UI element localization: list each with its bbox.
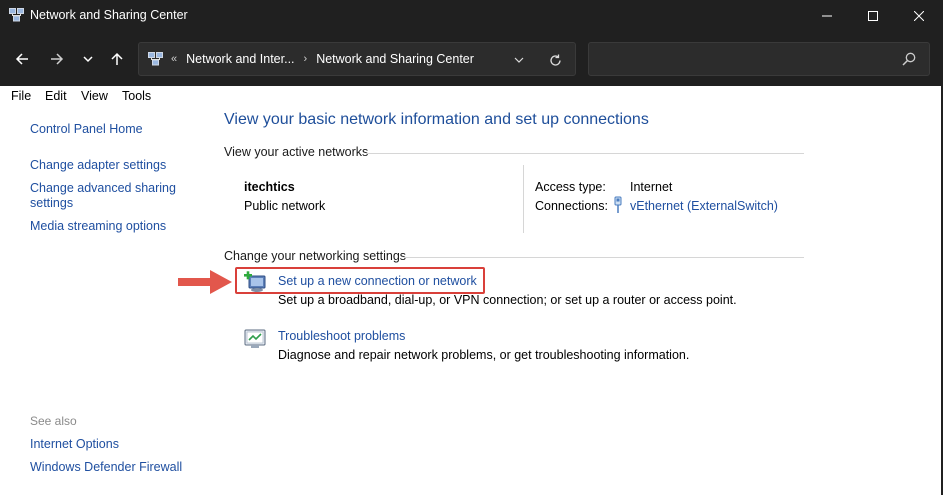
- close-button[interactable]: [896, 0, 942, 32]
- sidebar-link-firewall[interactable]: Windows Defender Firewall: [30, 460, 182, 475]
- network-center-icon: [9, 8, 24, 22]
- address-bar[interactable]: « Network and Inter... › Network and Sha…: [138, 42, 576, 76]
- page-title: View your basic network information and …: [224, 111, 649, 128]
- navigation-bar: « Network and Inter... › Network and Sha…: [0, 32, 943, 86]
- sidebar-link-internet-options[interactable]: Internet Options: [30, 437, 119, 452]
- highlight-box: [235, 267, 485, 294]
- pointer-arrow-icon: [178, 270, 232, 294]
- refresh-button[interactable]: [545, 50, 565, 70]
- section-divider: [404, 257, 804, 258]
- breadcrumb: « Network and Inter... › Network and Sha…: [171, 52, 474, 66]
- maximize-button[interactable]: [850, 0, 896, 32]
- search-box[interactable]: [588, 42, 930, 76]
- network-name: itechtics: [244, 180, 295, 194]
- search-input[interactable]: [597, 49, 897, 69]
- connections-label: Connections:: [535, 199, 608, 213]
- menu-bar: File Edit View Tools: [0, 86, 943, 107]
- search-icon: [902, 52, 916, 66]
- see-also-label: See also: [30, 414, 77, 428]
- sidebar-link-control-panel-home[interactable]: Control Panel Home: [30, 122, 143, 137]
- connection-link[interactable]: vEthernet (ExternalSwitch): [630, 199, 778, 213]
- minimize-button[interactable]: [804, 0, 850, 32]
- maximize-icon: [868, 11, 878, 21]
- change-settings-heading: Change your networking settings: [224, 249, 407, 263]
- network-center-icon: [148, 52, 163, 66]
- section-divider: [366, 153, 804, 154]
- sidebar-link-media-streaming[interactable]: Media streaming options: [30, 219, 166, 234]
- access-type-value: Internet: [630, 180, 673, 194]
- menu-tools[interactable]: Tools: [122, 89, 151, 103]
- ethernet-icon: [614, 196, 622, 213]
- breadcrumb-item-sharing-center[interactable]: Network and Sharing Center: [316, 52, 474, 66]
- active-networks-heading: View your active networks: [224, 145, 369, 159]
- troubleshoot-link[interactable]: Troubleshoot problems: [278, 329, 405, 343]
- close-icon: [914, 11, 924, 21]
- address-dropdown-button[interactable]: [509, 50, 529, 70]
- arrow-right-icon: [51, 53, 64, 65]
- content-area: Control Panel Home Change adapter settin…: [0, 107, 943, 495]
- up-button[interactable]: [105, 47, 129, 71]
- access-type-label: Access type:: [535, 180, 606, 194]
- sidebar-link-change-adapter[interactable]: Change adapter settings: [30, 158, 166, 173]
- title-bar: Network and Sharing Center: [0, 0, 943, 32]
- refresh-icon: [549, 54, 561, 66]
- vertical-divider: [523, 165, 524, 233]
- sidebar-link-advanced-sharing[interactable]: Change advanced sharing settings: [30, 181, 190, 211]
- minimize-icon: [822, 15, 832, 17]
- arrow-up-icon: [111, 52, 123, 65]
- chevron-down-icon: [514, 57, 524, 63]
- breadcrumb-item-network[interactable]: Network and Inter...: [186, 52, 294, 66]
- network-category[interactable]: Public network: [244, 199, 325, 213]
- window-title: Network and Sharing Center: [30, 8, 188, 22]
- menu-view[interactable]: View: [81, 89, 108, 103]
- recent-locations-button[interactable]: [76, 47, 100, 71]
- menu-file[interactable]: File: [11, 89, 31, 103]
- forward-button[interactable]: [45, 47, 69, 71]
- chevron-right-icon[interactable]: ›: [304, 53, 308, 65]
- setup-connection-description: Set up a broadband, dial-up, or VPN conn…: [278, 293, 737, 307]
- overflow-chevron-icon[interactable]: «: [171, 53, 177, 65]
- arrow-left-icon: [15, 53, 28, 65]
- troubleshoot-description: Diagnose and repair network problems, or…: [278, 348, 690, 362]
- chevron-down-icon: [83, 56, 93, 63]
- menu-edit[interactable]: Edit: [45, 89, 67, 103]
- back-button[interactable]: [10, 47, 34, 71]
- troubleshoot-icon: [244, 329, 266, 348]
